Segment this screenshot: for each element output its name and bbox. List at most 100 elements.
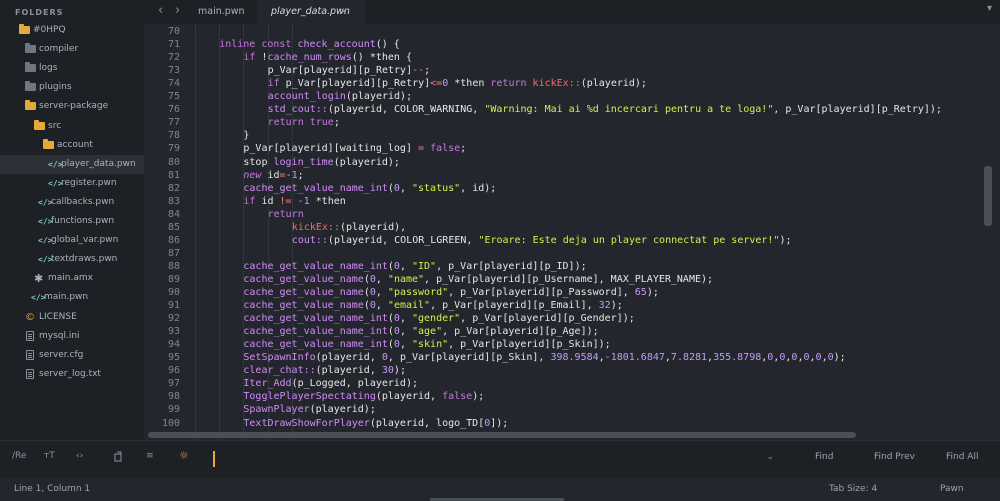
sidebar-item-player-data-pwn[interactable]: </> player_data.pwn [0,154,144,174]
code-token: SpawnPlayer [243,404,310,416]
sidebar-item-compiler[interactable]: compiler [0,40,144,59]
sidebar-item-logs[interactable]: logs [0,59,144,78]
sidebar: FOLDERS #0HPQ compiler logs plugins server-p… [0,0,144,440]
whole-word-toggle[interactable]: ‹› [76,451,83,461]
code-line: cout::(playerid, COLOR_LGREEN, "Eroare: … [292,234,792,247]
code-token: 398.9584 [550,352,599,364]
code-line: p_Var[playerid][p_Retry]--; [268,64,431,77]
vertical-scrollbar[interactable] [984,166,992,226]
text-file-icon [25,346,37,365]
code-token: (playerid), [339,221,407,233]
code-token: -1 [285,169,298,181]
sidebar-item-functions-pwn[interactable]: </> functions.pwn [0,212,144,231]
code-token: ; [297,169,304,181]
sidebar-item-register-pwn[interactable]: </> register.pwn [0,174,144,193]
sidebar-item--0hpq[interactable]: #0HPQ [0,21,144,40]
code-token: (playerid, logo_TD[ [369,417,485,429]
highlight-matches-icon[interactable]: ☼ [179,449,189,462]
code-line: TogglePlayerSpectating(playerid, false); [243,390,484,403]
code-line: SetSpawnInfo(playerid, 0, p_Var[playerid… [243,351,845,364]
code-token: cout:: [291,234,328,246]
code-token: , p_Var[playerid][p_ID]); [436,260,587,272]
sidebar-item-textdraws-pwn[interactable]: </> textdraws.pwn [0,250,144,269]
chevron-down-icon[interactable]: ⌄ [766,452,774,462]
code-token: , p_Var[playerid][p_Password], [448,287,635,298]
sidebar-item-label: plugins [39,82,72,93]
sidebar-item-mysql-ini[interactable]: mysql.ini [0,327,144,346]
code-token: (playerid, [315,352,382,364]
code-line: cache_get_value_name(0, "name", p_Var[pl… [243,273,713,286]
find-all-button[interactable]: Find All [946,452,978,462]
back-arrow-icon[interactable]: ‹ [158,3,163,18]
code-token: , p_Var[playerid][p_Retry]); [773,104,942,116]
code-token: if [243,195,262,207]
code-line: if !cache_num_rows() *then { [243,51,412,64]
status-bar: Line 1, Column 1 Tab Size: 4 Pawn [0,478,1000,501]
tab-menu-icon[interactable]: ▾ [987,3,992,14]
code-token: false [430,143,461,155]
sidebar-item-label: LICENSE [39,311,77,322]
wrap-toggle-icon[interactable] [113,451,123,465]
folder-shape [34,119,45,130]
sidebar-item-server-log-txt[interactable]: server_log.txt [0,365,144,384]
code-area[interactable]: inline const check_account() {if !cache_… [144,24,984,440]
code-token: , [375,300,388,312]
code-token: (playerid); [345,91,413,103]
code-token: , p_Var[playerid][p_Gender]); [460,313,635,325]
sidebar-item-plugins[interactable]: plugins [0,78,144,97]
sidebar-item-license[interactable]: © LICENSE [0,308,144,327]
code-token: , [399,326,412,338]
code-token: , p_Var[playerid][p_Age]); [442,326,599,338]
code-token: check_account [297,39,376,51]
sidebar-item-callbacks-pwn[interactable]: </> callbacks.pwn [0,193,144,212]
sidebar-item-label: #0HPQ [33,25,66,35]
sidebar-item-src[interactable]: src [0,117,144,136]
sidebar-item-label: global_var.pwn [51,235,119,246]
sidebar-item-main-amx[interactable]: ✱ main.amx [0,269,144,288]
find-input[interactable]: ⌄ [212,448,780,470]
file-shape [26,330,34,341]
code-token: -1 [297,195,310,207]
tab-player-data-pwn[interactable]: player_data.pwn × [257,0,365,24]
code-token: "email" [387,300,431,312]
regex-toggle[interactable]: /Re [12,451,26,461]
code-token: (playerid); [333,156,400,168]
code-token: "name" [387,273,425,285]
code-editor[interactable]: 70 71 72 73 74 75 76 77 78 79 80 81 82 83 84 85 86 87 88 89… [144,24,1000,440]
code-token: ); [646,287,659,298]
binary-file-icon: ✱ [34,272,44,286]
code-line: return true; [268,116,340,129]
code-token: false [442,391,473,403]
syntax-mode[interactable]: Pawn [940,478,964,501]
code-token: } [243,130,250,142]
tab-size[interactable]: Tab Size: 4 [829,478,877,501]
case-sensitive-toggle[interactable]: тT [44,451,55,461]
sidebar-item-label: mysql.ini [39,330,80,341]
folder-shape [25,100,36,111]
folder-open-icon [34,117,46,136]
tab-label: main.pwn [198,6,245,17]
forward-arrow-icon[interactable]: › [175,3,180,18]
sidebar-item-global-var-pwn[interactable]: </> global_var.pwn [0,231,144,250]
close-icon[interactable]: × [340,0,348,24]
code-token: "password" [387,287,449,298]
folder-shape [25,81,36,92]
find-button[interactable]: Find [815,452,833,462]
sidebar-item-server-package[interactable]: server-package [0,97,144,116]
file-shape [26,368,34,379]
in-selection-toggle[interactable]: ≡ [146,451,154,461]
code-line: cache_get_value_name_int(0, "ID", p_Var[… [243,260,586,273]
find-prev-button[interactable]: Find Prev [874,452,915,462]
sidebar-item-main-pwn[interactable]: </> main.pwn [0,288,144,307]
sidebar-item-account[interactable]: account [0,136,144,155]
code-token: new [243,169,268,181]
sidebar-item-server-cfg[interactable]: server.cfg [0,346,144,365]
code-line: return [268,208,304,221]
tab-main-pwn[interactable]: main.pwn [187,0,255,24]
code-token: cache_get_value_name [243,287,364,298]
folder-shape [19,24,30,34]
code-token: cache_get_value_name_int [243,339,388,351]
horizontal-scrollbar[interactable] [148,432,856,438]
code-line: if id != -1 *then [243,195,345,208]
code-token: (playerid); [580,78,647,90]
